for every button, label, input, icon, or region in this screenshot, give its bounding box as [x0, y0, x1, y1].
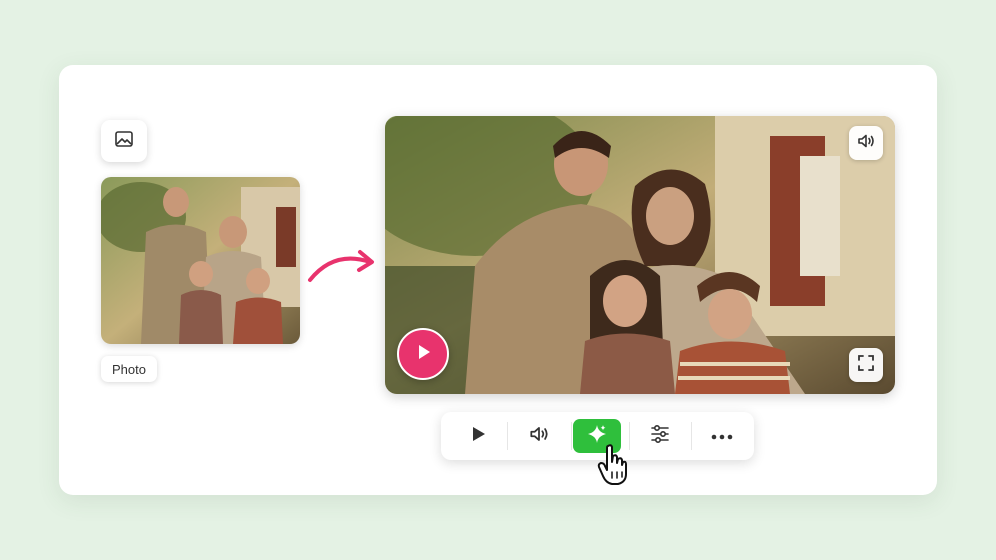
toolbar-divider: [507, 422, 508, 450]
toolbar-divider: [571, 422, 572, 450]
image-type-badge[interactable]: [101, 120, 147, 162]
more-icon: [711, 427, 733, 445]
sliders-icon: [649, 423, 671, 450]
video-play-button[interactable]: [397, 328, 449, 380]
toolbar-adjust-button[interactable]: [631, 412, 689, 460]
play-icon: [468, 424, 488, 449]
volume-icon: [528, 423, 550, 450]
transform-arrow-icon: [308, 250, 374, 282]
video-preview[interactable]: [385, 116, 895, 394]
toolbar-more-button[interactable]: [693, 412, 751, 460]
video-volume-button[interactable]: [849, 126, 883, 160]
toolbar-divider: [691, 422, 692, 450]
photo-label: Photo: [101, 356, 157, 382]
hand-cursor-icon: [597, 444, 627, 485]
fullscreen-button[interactable]: [849, 348, 883, 382]
fullscreen-icon: [857, 354, 875, 377]
toolbar-play-button[interactable]: [451, 412, 505, 460]
source-photo[interactable]: [101, 177, 300, 344]
play-icon: [413, 342, 433, 367]
toolbar-volume-button[interactable]: [509, 412, 569, 460]
volume-icon: [856, 131, 876, 156]
image-icon: [114, 129, 134, 154]
